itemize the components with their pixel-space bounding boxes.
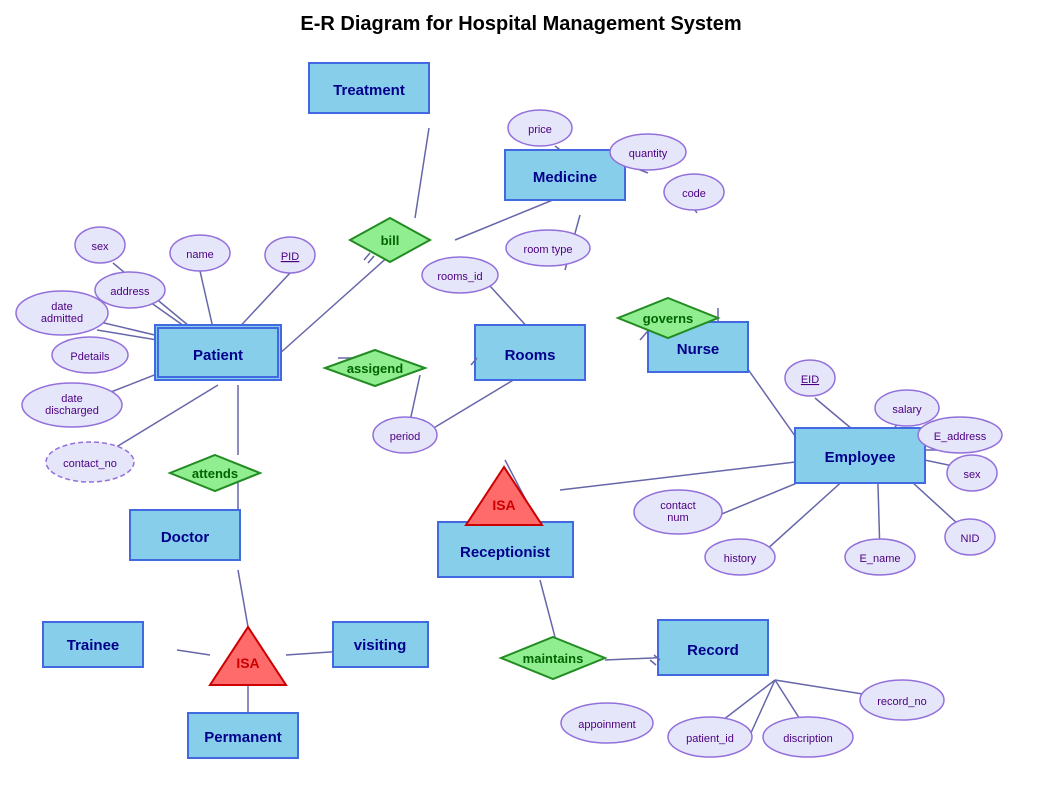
date-admitted-label: date	[51, 301, 72, 313]
doctor-label: Doctor	[161, 529, 209, 546]
treatment-label: Treatment	[333, 82, 405, 99]
pdetails-label: Pdetails	[70, 351, 110, 363]
sex-label: sex	[91, 241, 109, 253]
permanent-label: Permanent	[204, 729, 282, 746]
date-admitted-label2: admitted	[41, 313, 83, 325]
nid-label: NID	[961, 533, 980, 545]
history-label: history	[724, 553, 757, 565]
contact-num-label2: num	[667, 512, 688, 524]
record-label: Record	[687, 642, 739, 659]
governs-label: governs	[643, 311, 694, 326]
isa-employee-label: ISA	[492, 497, 515, 513]
diagram-title: E-R Diagram for Hospital Management Syst…	[300, 13, 741, 35]
e-address-label: E_address	[934, 431, 987, 443]
patient-label: Patient	[193, 347, 243, 364]
trainee-label: Trainee	[67, 637, 120, 654]
discription-label: discription	[783, 733, 833, 745]
price-label: price	[528, 124, 552, 136]
pid-label: PID	[281, 251, 299, 263]
address-label: address	[110, 286, 150, 298]
period-label: period	[390, 431, 421, 443]
rooms-id-label: rooms_id	[437, 271, 482, 283]
visiting-label: visiting	[354, 637, 407, 654]
appoinment-label: appoinment	[578, 719, 636, 731]
code-label: code	[682, 188, 706, 200]
isa-doctor-label: ISA	[236, 655, 259, 671]
medicine-label: Medicine	[533, 169, 597, 186]
attends-label: attends	[192, 466, 238, 481]
contact-num-label: contact	[660, 500, 695, 512]
rooms-label: Rooms	[505, 347, 556, 364]
bill-label: bill	[381, 233, 400, 248]
assigend-label: assigend	[347, 361, 403, 376]
record-no-label: record_no	[877, 696, 927, 708]
eid-label: EID	[801, 374, 819, 386]
patient-id-label: patient_id	[686, 733, 734, 745]
sex2-label: sex	[963, 469, 981, 481]
receptionist-label: Receptionist	[460, 544, 550, 561]
e-name-label: E_name	[860, 553, 901, 565]
name-label: name	[186, 249, 214, 261]
contact-no-label: contact_no	[63, 458, 117, 470]
salary-label: salary	[892, 404, 922, 416]
maintains-label: maintains	[523, 651, 584, 666]
quantity-label: quantity	[629, 148, 668, 160]
nurse-label: Nurse	[677, 341, 720, 358]
employee-label: Employee	[825, 449, 896, 466]
date-discharged-label: date	[61, 393, 82, 405]
er-diagram: E-R Diagram for Hospital Management Syst…	[0, 0, 1043, 789]
room-type-label: room type	[524, 244, 573, 256]
isa-employee-triangle	[466, 467, 542, 525]
date-discharged-label2: discharged	[45, 405, 99, 417]
